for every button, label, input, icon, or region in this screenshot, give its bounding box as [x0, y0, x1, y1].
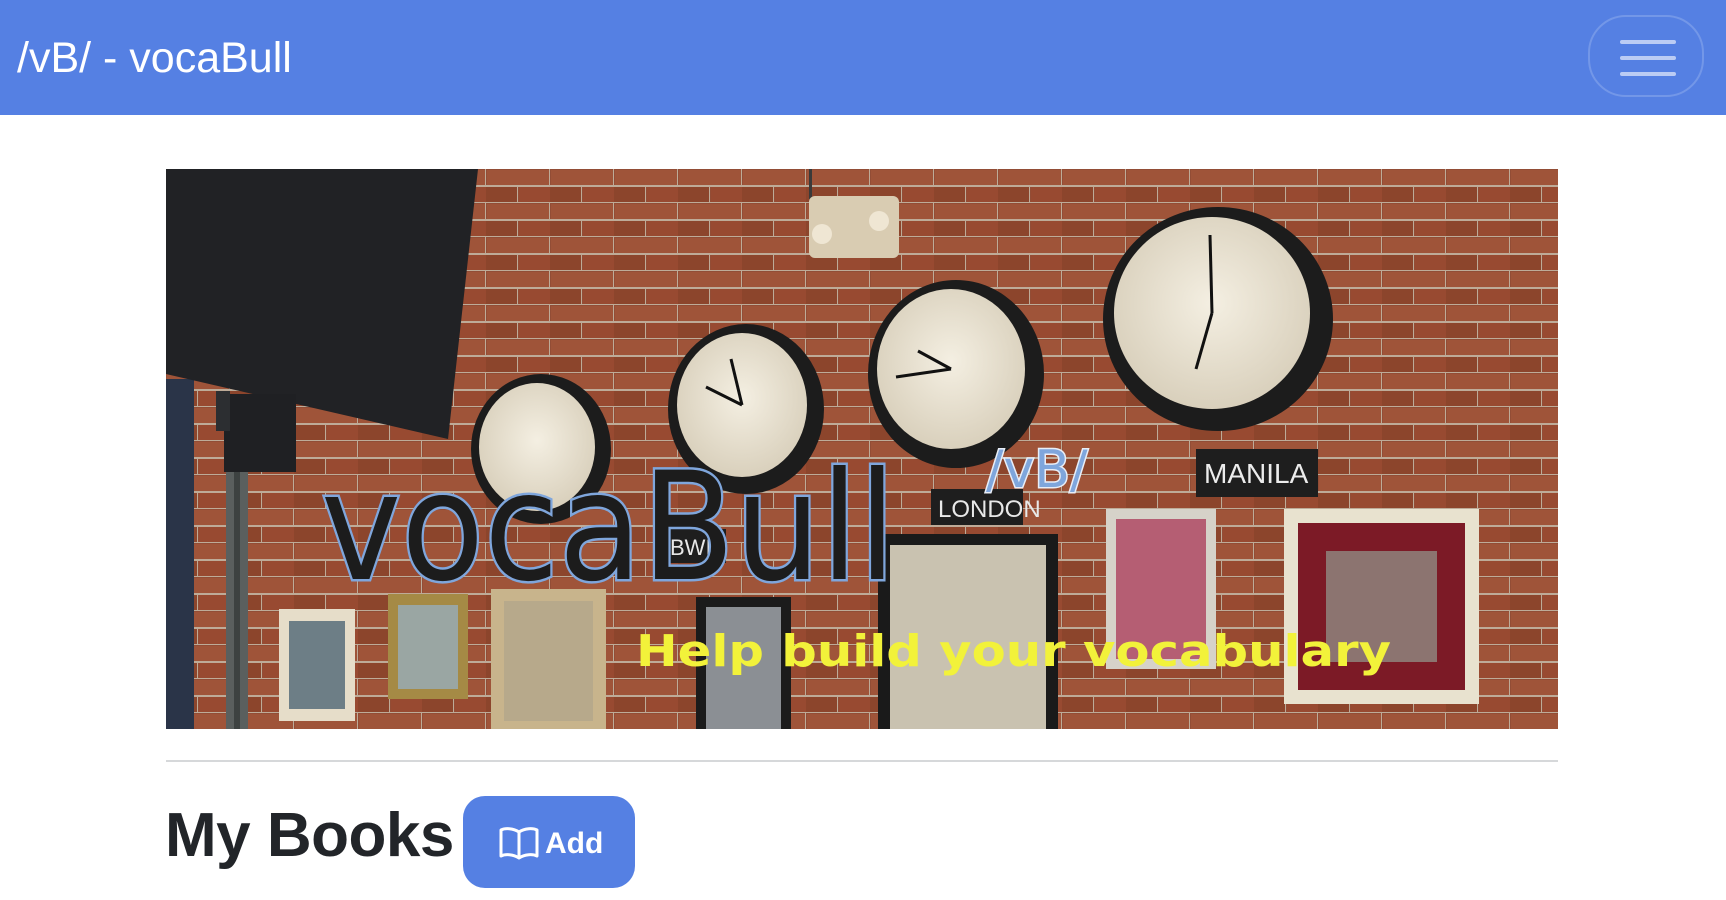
sign-london: LONDON	[938, 496, 1041, 523]
my-books-heading: My Books	[165, 801, 454, 870]
section-divider	[166, 760, 1558, 762]
add-book-button[interactable]: Add	[463, 796, 635, 888]
banner-tagline: Help build your vocabulary	[636, 626, 1391, 677]
banner-superscript: /vB/	[986, 440, 1088, 500]
navbar-brand[interactable]: /vB/ - vocaBull	[17, 32, 292, 84]
banner-title: vocaBull	[321, 441, 896, 615]
navbar: /vB/ - vocaBull	[0, 0, 1726, 115]
sign-manila: MANILA	[1204, 458, 1309, 489]
book-open-icon	[499, 827, 539, 860]
hamburger-menu-icon	[1620, 40, 1676, 76]
banner-image: LONDON BWI MANILA vocaBull /vB/ Help bui…	[166, 169, 1558, 729]
navbar-toggler-button[interactable]	[1588, 15, 1704, 97]
add-book-label: Add	[545, 827, 604, 860]
